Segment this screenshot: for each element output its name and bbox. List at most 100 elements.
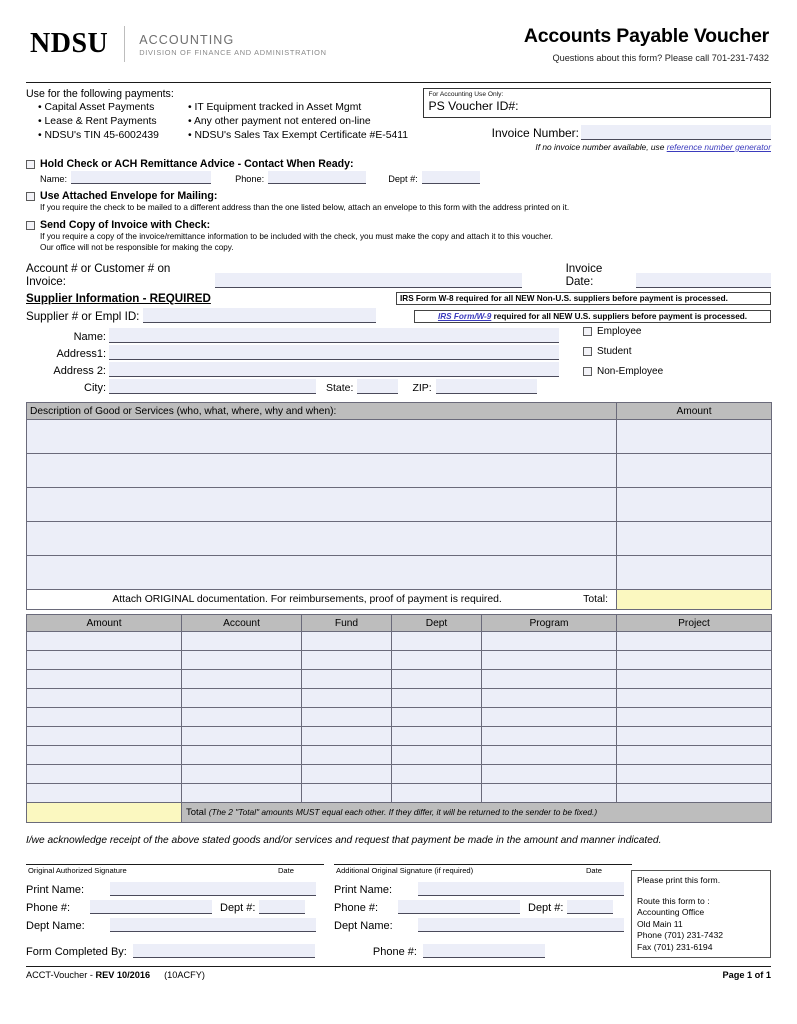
- cell-project[interactable]: [616, 669, 772, 689]
- supplier-name-input[interactable]: [109, 328, 559, 343]
- cell-fund[interactable]: [301, 745, 392, 765]
- cell-account[interactable]: [181, 688, 302, 708]
- cell-dept[interactable]: [391, 669, 482, 689]
- amount-cell[interactable]: [616, 487, 772, 522]
- cell-account[interactable]: [181, 764, 302, 784]
- cell-program[interactable]: [481, 688, 617, 708]
- cell-program[interactable]: [481, 764, 617, 784]
- right-print-name-input[interactable]: [418, 882, 624, 896]
- hold-name-input[interactable]: [71, 171, 212, 184]
- supplier-city-input[interactable]: [109, 379, 316, 394]
- cell-amount[interactable]: [26, 669, 182, 689]
- cell-account[interactable]: [181, 745, 302, 765]
- cell-dept[interactable]: [391, 745, 482, 765]
- checkbox-use-envelope[interactable]: [26, 192, 35, 201]
- cell-amount[interactable]: [26, 764, 182, 784]
- cell-fund[interactable]: [301, 631, 392, 651]
- amount-cell[interactable]: [616, 521, 772, 556]
- cell-project[interactable]: [616, 745, 772, 765]
- cell-fund[interactable]: [301, 726, 392, 746]
- form-completed-phone-input[interactable]: [422, 944, 545, 958]
- accounting-total-value[interactable]: [26, 802, 182, 823]
- irs-w9-link[interactable]: IRS Form/W-9: [438, 312, 491, 321]
- cell-amount[interactable]: [26, 745, 182, 765]
- cell-amount[interactable]: [26, 650, 182, 670]
- cell-fund[interactable]: [301, 764, 392, 784]
- cell-program[interactable]: [481, 726, 617, 746]
- reference-number-generator-link[interactable]: reference number generator: [667, 142, 771, 152]
- cell-account[interactable]: [181, 631, 302, 651]
- cell-program[interactable]: [481, 631, 617, 651]
- description-cell[interactable]: [26, 487, 617, 522]
- cell-account[interactable]: [181, 726, 302, 746]
- description-cell[interactable]: [26, 419, 617, 454]
- description-cell[interactable]: [26, 521, 617, 556]
- cell-program[interactable]: [481, 745, 617, 765]
- cell-fund[interactable]: [301, 783, 392, 803]
- cell-fund[interactable]: [301, 669, 392, 689]
- cell-fund[interactable]: [301, 650, 392, 670]
- cell-amount[interactable]: [26, 631, 182, 651]
- left-dept-num-input[interactable]: [259, 900, 306, 914]
- description-cell[interactable]: [26, 555, 617, 590]
- form-completed-by-input[interactable]: [132, 944, 315, 958]
- cell-account[interactable]: [181, 707, 302, 727]
- hold-phone-input[interactable]: [268, 171, 367, 184]
- right-phone-input[interactable]: [398, 900, 520, 914]
- cell-dept[interactable]: [391, 650, 482, 670]
- cell-account[interactable]: [181, 669, 302, 689]
- supplier-type-employee[interactable]: Employee: [583, 321, 663, 341]
- cell-project[interactable]: [616, 688, 772, 708]
- hold-dept-input[interactable]: [421, 171, 480, 184]
- supplier-type-non-employee[interactable]: Non-Employee: [583, 361, 663, 381]
- left-phone-input[interactable]: [90, 900, 212, 914]
- cell-dept[interactable]: [391, 764, 482, 784]
- cell-amount[interactable]: [26, 726, 182, 746]
- description-total-value[interactable]: [616, 589, 772, 610]
- cell-project[interactable]: [616, 650, 772, 670]
- cell-dept[interactable]: [391, 707, 482, 727]
- left-print-name-input[interactable]: [110, 882, 316, 896]
- cell-project[interactable]: [616, 726, 772, 746]
- cell-account[interactable]: [181, 783, 302, 803]
- right-dept-name-input[interactable]: [418, 918, 624, 932]
- supplier-address2-input[interactable]: [109, 362, 559, 377]
- cell-project[interactable]: [616, 707, 772, 727]
- checkbox-send-copy[interactable]: [26, 221, 35, 230]
- amount-cell[interactable]: [616, 453, 772, 488]
- cell-project[interactable]: [616, 783, 772, 803]
- supplier-id-input[interactable]: [143, 308, 377, 323]
- supplier-zip-input[interactable]: [435, 379, 537, 394]
- cell-fund[interactable]: [301, 688, 392, 708]
- checkbox-non-employee[interactable]: [583, 366, 592, 376]
- checkbox-employee[interactable]: [583, 326, 592, 336]
- supplier-state-input[interactable]: [357, 379, 399, 394]
- cell-program[interactable]: [481, 669, 617, 689]
- invoice-number-input[interactable]: [581, 125, 771, 140]
- supplier-address1-input[interactable]: [109, 345, 559, 360]
- cell-project[interactable]: [616, 764, 772, 784]
- checkbox-hold-check[interactable]: [26, 160, 35, 169]
- supplier-type-student[interactable]: Student: [583, 341, 663, 361]
- cell-dept[interactable]: [391, 688, 482, 708]
- cell-amount[interactable]: [26, 688, 182, 708]
- cell-project[interactable]: [616, 631, 772, 651]
- cell-amount[interactable]: [26, 783, 182, 803]
- cell-fund[interactable]: [301, 707, 392, 727]
- account-customer-input[interactable]: [214, 273, 522, 288]
- cell-program[interactable]: [481, 707, 617, 727]
- cell-dept[interactable]: [391, 726, 482, 746]
- right-dept-num-input[interactable]: [567, 900, 614, 914]
- cell-amount[interactable]: [26, 707, 182, 727]
- cell-account[interactable]: [181, 650, 302, 670]
- cell-program[interactable]: [481, 783, 617, 803]
- cell-program[interactable]: [481, 650, 617, 670]
- cell-dept[interactable]: [391, 783, 482, 803]
- cell-dept[interactable]: [391, 631, 482, 651]
- amount-cell[interactable]: [616, 419, 772, 454]
- description-cell[interactable]: [26, 453, 617, 488]
- left-dept-name-input[interactable]: [110, 918, 316, 932]
- invoice-date-input[interactable]: [636, 273, 771, 288]
- amount-cell[interactable]: [616, 555, 772, 590]
- checkbox-student[interactable]: [583, 346, 592, 356]
